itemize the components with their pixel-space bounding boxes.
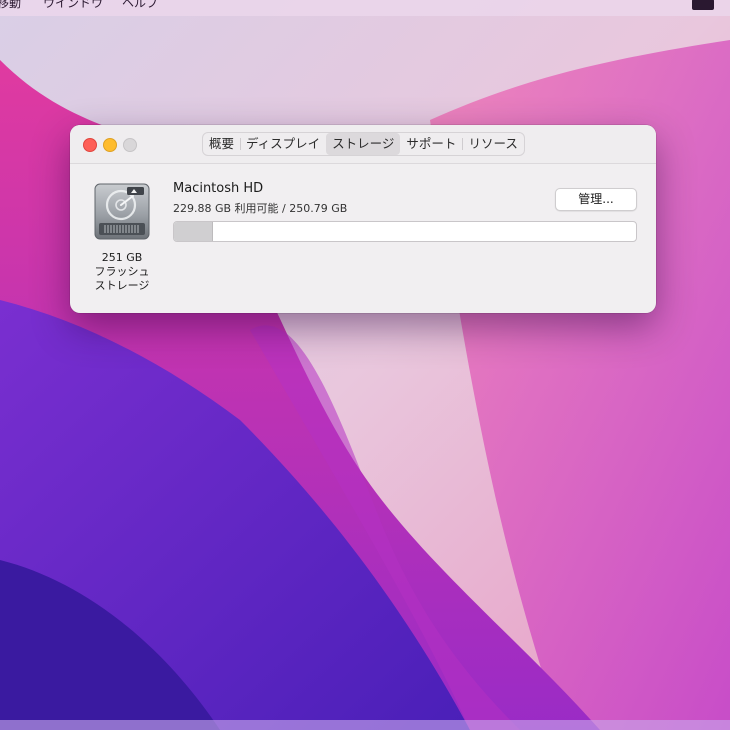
tab-support[interactable]: サポート <box>400 133 462 155</box>
dock-edge <box>0 720 730 730</box>
disk-capacity-label: 251 GB フラッシュ ストレージ <box>82 251 162 293</box>
minimize-button[interactable] <box>103 138 117 152</box>
zoom-button <box>123 138 137 152</box>
menu-bar: 移動 ウインドウ ヘルプ <box>0 0 730 16</box>
window-titlebar: 概要 ディスプレイ ストレージ サポート リソース <box>70 125 656 164</box>
about-this-mac-window: 概要 ディスプレイ ストレージ サポート リソース 251 GB フラッシュ ス… <box>70 125 656 313</box>
tab-resources[interactable]: リソース <box>462 133 523 155</box>
hard-drive-icon <box>94 183 150 240</box>
menu-help[interactable]: ヘルプ <box>122 0 158 9</box>
volume-usage-text: 229.88 GB 利用可能 / 250.79 GB <box>173 202 348 215</box>
storage-used-segment <box>174 222 214 241</box>
disk-size: 251 GB <box>101 251 143 264</box>
menu-go[interactable]: 移動 <box>0 0 21 9</box>
battery-icon[interactable] <box>692 0 714 10</box>
tab-bar: 概要 ディスプレイ ストレージ サポート リソース <box>202 132 525 156</box>
close-button[interactable] <box>83 138 97 152</box>
tab-storage[interactable]: ストレージ <box>326 133 401 155</box>
menu-window[interactable]: ウインドウ <box>43 0 103 9</box>
desktop-wallpaper <box>0 0 730 730</box>
storage-usage-bar <box>173 221 637 242</box>
disk-type-line-2: ストレージ <box>94 279 150 292</box>
manage-button[interactable]: 管理... <box>555 188 637 211</box>
tab-displays[interactable]: ディスプレイ <box>240 133 326 155</box>
disk-type-line-1: フラッシュ <box>94 265 150 278</box>
volume-name: Macintosh HD <box>173 181 264 196</box>
tab-overview[interactable]: 概要 <box>203 133 240 155</box>
